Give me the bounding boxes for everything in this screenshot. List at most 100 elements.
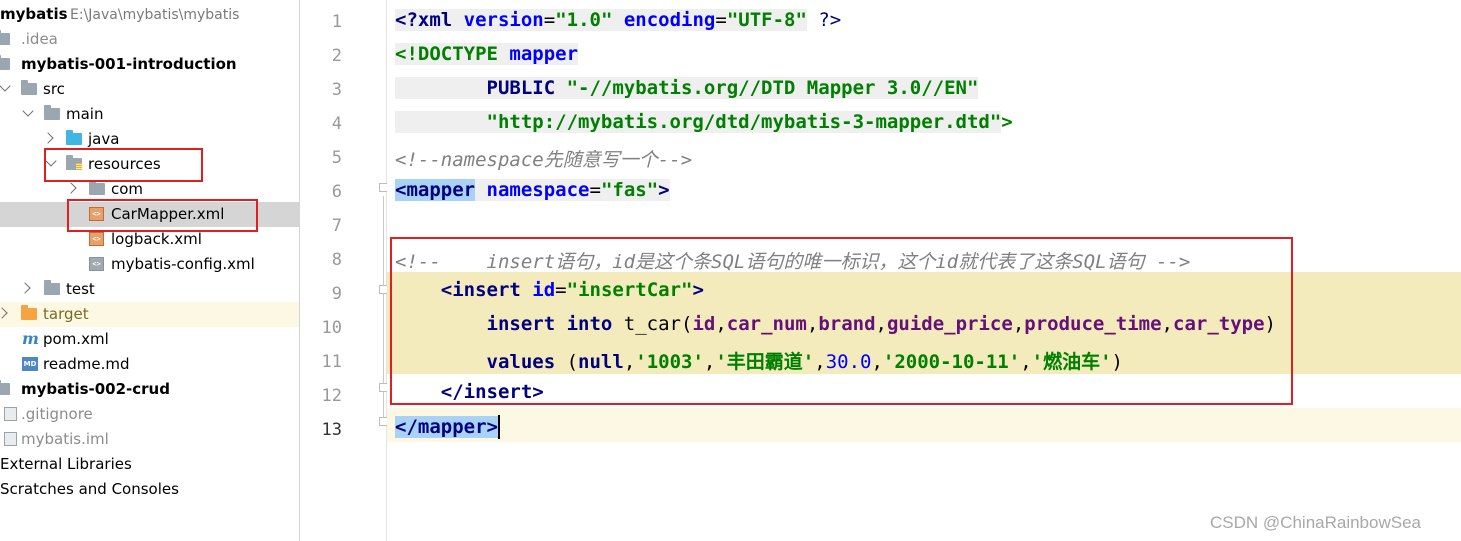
token: id <box>692 313 716 335</box>
project-path: E:\Java\mybatis\mybatis <box>70 7 240 23</box>
tree-item-label: mybatis-001-introduction <box>21 55 237 73</box>
code-line-13: </mapper> <box>387 408 1461 442</box>
tree-item-scratches-and-consoles[interactable]: Scratches and Consoles <box>0 477 299 502</box>
token: "insertCar" <box>566 279 693 301</box>
excluded-folder-icon <box>21 305 37 320</box>
token: '燃油车' <box>1031 351 1112 373</box>
token: produce_time <box>1024 313 1162 335</box>
tree-item-label: .gitignore <box>21 405 93 423</box>
tree-item-test[interactable]: test <box>0 277 299 302</box>
folder-icon <box>89 180 105 195</box>
tree-item-mybatis-config-xml[interactable]: <> mybatis-config.xml <box>0 252 299 277</box>
token: insert into <box>486 313 624 335</box>
token: = <box>543 9 556 31</box>
token: "1.0" <box>555 9 613 31</box>
token: brand <box>818 313 876 335</box>
line-number: 1 <box>331 12 342 32</box>
chevron-down-icon[interactable] <box>45 155 57 167</box>
line-number: 5 <box>331 148 342 168</box>
tree-item-label: readme.md <box>43 355 130 373</box>
tree-item-src[interactable]: src <box>0 77 299 102</box>
chevron-right-icon[interactable] <box>0 307 8 319</box>
tree-item-label: CarMapper.xml <box>111 205 225 223</box>
token: car_type <box>1173 313 1265 335</box>
chevron-right-icon[interactable] <box>65 182 77 194</box>
folder-icon <box>44 105 60 120</box>
tree-item-mybatis-002-crud[interactable]: mybatis-002-crud <box>0 377 299 402</box>
token: , <box>875 313 887 335</box>
tree-item-main[interactable]: main <box>0 102 299 127</box>
token: encoding <box>623 9 716 31</box>
chevron-down-icon[interactable] <box>22 105 34 117</box>
token: , <box>871 351 883 373</box>
code-line-4: "http://mybatis.org/dtd/mybatis-3-mapper… <box>387 104 1461 138</box>
tree-item-label: mybatis.iml <box>21 430 109 448</box>
tree-item-label: .idea <box>21 30 58 48</box>
tree-item-java[interactable]: java <box>0 127 299 152</box>
token: '丰田霸道' <box>715 351 815 373</box>
chevron-right-icon[interactable] <box>42 132 54 144</box>
tree-item-readme-md[interactable]: MD readme.md <box>0 352 299 377</box>
tree-item-resources[interactable]: resources <box>0 152 299 177</box>
token: '1003' <box>635 351 704 373</box>
chevron-right-icon[interactable] <box>19 282 31 294</box>
text-caret <box>497 415 500 439</box>
line-number: 10 <box>321 318 342 338</box>
token: '2000-10-11' <box>882 351 1021 373</box>
token: mapper <box>509 43 579 65</box>
code-editor[interactable]: <?xml version="1.0" encoding="UTF-8" ?> … <box>387 0 1461 541</box>
code-line-3: PUBLIC "-//mybatis.org//DTD Mapper 3.0//… <box>387 70 1461 104</box>
token: "http://mybatis.org/dtd/mybatis-3-mapper… <box>486 111 1002 133</box>
tree-item-logback-xml[interactable]: <> logback.xml <box>0 227 299 252</box>
tree-item-label: mybatis-config.xml <box>111 255 255 273</box>
project-name: mybatis <box>0 5 68 23</box>
maven-pom-icon: m <box>22 329 39 348</box>
token: ?> <box>806 9 842 31</box>
line-number: 4 <box>331 114 342 134</box>
source-folder-icon <box>66 130 82 145</box>
tree-item-com[interactable]: com <box>0 177 299 202</box>
token: , <box>1020 351 1032 373</box>
project-tree: mybatis E:\Java\mybatis\mybatis .idea myb… <box>0 0 300 541</box>
tree-item-label: mybatis-002-crud <box>21 380 170 398</box>
token: </insert> <box>440 381 544 403</box>
token: , <box>806 313 819 335</box>
chevron-down-icon[interactable] <box>0 80 11 92</box>
tree-item-mybatis-iml[interactable]: mybatis.iml <box>0 427 299 452</box>
token: namespace <box>486 179 590 201</box>
tree-item-target[interactable]: target <box>0 302 299 327</box>
code-line-8: <!-- insert语句，id是这个条SQL语句的唯一标识，这个id就代表了这… <box>387 240 1461 274</box>
module-folder-icon <box>0 55 10 70</box>
iml-file-icon <box>4 432 17 446</box>
editor-gutter: 1 2 3 4 5 6 7 8 9 10 11 12 13 <box>300 0 388 541</box>
tree-item-carmapper-xml[interactable]: <> CarMapper.xml <box>0 202 299 227</box>
token: guide_price <box>886 313 1013 335</box>
token: , <box>703 351 716 373</box>
token: > <box>658 179 670 201</box>
markdown-file-icon: MD <box>22 357 38 371</box>
watermark: CSDN @ChinaRainbowSea <box>1210 513 1421 532</box>
line-number: 8 <box>331 250 342 270</box>
tree-item-idea[interactable]: .idea <box>0 27 299 52</box>
xml-file-icon: <> <box>89 257 104 271</box>
token: , <box>1012 313 1025 335</box>
module-folder-icon <box>0 380 10 395</box>
token: <!DOCTYPE <box>395 43 510 65</box>
comment: <!--namespace先随意写一个--> <box>395 149 693 171</box>
line-number: 2 <box>331 46 342 66</box>
tree-root-mybatis[interactable]: mybatis E:\Java\mybatis\mybatis <box>0 2 299 27</box>
token: = <box>715 9 727 31</box>
file-icon <box>4 407 17 421</box>
tree-item-gitignore[interactable]: .gitignore <box>0 402 299 427</box>
line-number: 12 <box>321 386 342 406</box>
tree-item-label: java <box>88 130 120 148</box>
token: null <box>578 351 624 373</box>
tree-item-mybatis-001-introduction[interactable]: mybatis-001-introduction <box>0 52 299 77</box>
token: xml <box>417 9 464 31</box>
tree-item-pom-xml[interactable]: m pom.xml <box>0 327 299 352</box>
tree-item-external-libraries[interactable]: External Libraries <box>0 452 299 477</box>
